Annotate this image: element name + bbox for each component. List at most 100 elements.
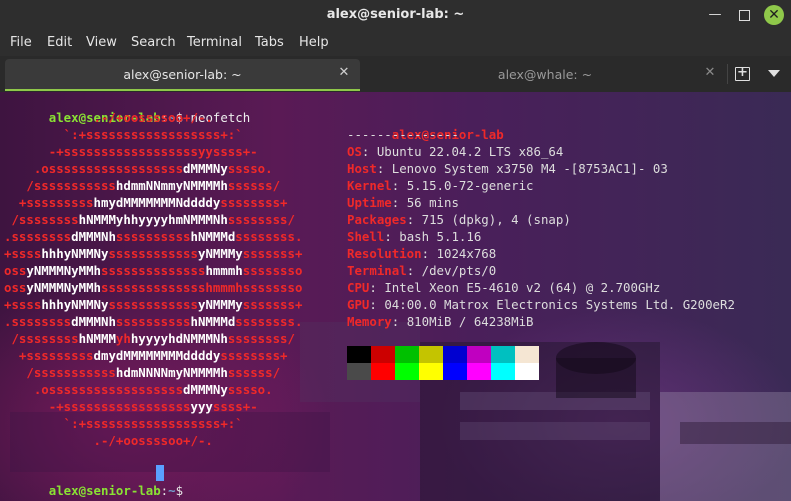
window-title: alex@senior-lab: ~ bbox=[326, 7, 465, 22]
color-swatch bbox=[491, 363, 515, 380]
info-label: Host bbox=[347, 161, 377, 176]
color-swatch bbox=[395, 346, 419, 363]
color-swatch bbox=[347, 363, 371, 380]
logo-line: .ssssssssdMMMNhsssssssssshNMMMdssssssss. bbox=[4, 229, 303, 244]
text-cursor bbox=[156, 465, 164, 481]
tab-close-icon[interactable]: ✕ bbox=[336, 65, 352, 81]
menu-search[interactable]: Search bbox=[131, 35, 176, 50]
logo-line: /ssssssssssshdmmNNmmyNMMMMhssssss/ bbox=[4, 178, 281, 193]
info-value: 04:00.0 Matrox Electronics Systems Ltd. … bbox=[384, 297, 735, 312]
info-value: 810MiB / 64238MiB bbox=[406, 314, 534, 329]
new-tab-button[interactable]: + bbox=[733, 64, 753, 84]
color-swatch bbox=[515, 346, 539, 363]
logo-line: +ssssssssshmydMMMMMMMNddddyssssssss+ bbox=[4, 195, 288, 210]
info-row: Memory: 810MiB / 64238MiB bbox=[347, 314, 534, 329]
info-row: Uptime: 56 mins bbox=[347, 195, 459, 210]
logo-line: +sssshhhyNMMNyssssssssssssyNMMMysssssss+ bbox=[4, 246, 303, 261]
info-row: Kernel: 5.15.0-72-generic bbox=[347, 178, 534, 193]
terminal-window: alex@senior-lab: ~ — ✕ File Edit View Se… bbox=[0, 0, 791, 501]
info-row: Host: Lenovo System x3750 M4 -[8753AC1]-… bbox=[347, 161, 668, 176]
color-swatch bbox=[515, 363, 539, 380]
logo-line: ossyNMMMNyMMhsssssssssssssshmmmhssssssso bbox=[4, 263, 303, 278]
color-swatch bbox=[467, 363, 491, 380]
tab-label: alex@senior-lab: ~ bbox=[123, 67, 242, 82]
menu-bar: File Edit View Search Terminal Tabs Help bbox=[0, 30, 791, 56]
logo-line: /sssssssshNMMMyhhyyyyhmNMMMNhssssssss/ bbox=[4, 212, 295, 227]
logo-line: .ssssssssdMMMNhsssssssssshNMMMdssssssss. bbox=[4, 314, 303, 329]
minimize-button[interactable]: — bbox=[706, 6, 724, 24]
logo-line: .ossssssssssssssssssdMMMNysssso. bbox=[4, 382, 273, 397]
tab-close-icon[interactable]: ✕ bbox=[702, 65, 718, 81]
prompt-user-host: alex@senior-lab bbox=[48, 483, 161, 498]
logo-line: .-/+oossssoo+/-. bbox=[4, 433, 213, 448]
color-swatch bbox=[443, 346, 467, 363]
info-separator: --------------- bbox=[347, 127, 459, 142]
info-label: GPU bbox=[347, 297, 370, 312]
logo-line: -+sssssssssssssssssyyyssss+- bbox=[4, 399, 258, 414]
maximize-icon bbox=[738, 10, 750, 21]
logo-line: /ssssssssssshdmNNNNmyNMMMMhssssss/ bbox=[4, 365, 281, 380]
tab-bar: alex@senior-lab: ~ ✕ alex@whale: ~ ✕ bbox=[0, 56, 791, 92]
menu-view[interactable]: View bbox=[86, 35, 117, 50]
color-swatch bbox=[491, 346, 515, 363]
tab-menu-button[interactable] bbox=[765, 66, 783, 82]
info-label: Resolution bbox=[347, 246, 422, 261]
color-swatch bbox=[347, 346, 371, 363]
menu-terminal[interactable]: Terminal bbox=[187, 35, 242, 50]
info-row: Shell: bash 5.1.16 bbox=[347, 229, 482, 244]
logo-line: +sssssssssdmydMMMMMMMMddddyssssssss+ bbox=[4, 348, 288, 363]
info-label: OS bbox=[347, 144, 362, 159]
logo-line: .ossssssssssssssssssdMMMNysssso. bbox=[4, 161, 273, 176]
tab-label: alex@whale: ~ bbox=[497, 67, 593, 82]
info-label: Uptime bbox=[347, 195, 392, 210]
info-header: alex@senior-lab bbox=[347, 109, 504, 142]
close-button[interactable]: ✕ bbox=[764, 5, 784, 25]
logo-line: /sssssssshNMMMyhhyyyyhdNMMMNhssssssss/ bbox=[4, 331, 295, 346]
logo-line: ossyNMMMNyMMhsssssssssssssshmmmhssssssso bbox=[4, 280, 303, 295]
info-row: OS: Ubuntu 22.04.2 LTS x86_64 bbox=[347, 144, 564, 159]
info-label: Packages bbox=[347, 212, 407, 227]
info-value: bash 5.1.16 bbox=[399, 229, 482, 244]
color-swatch bbox=[467, 346, 491, 363]
info-value: Ubuntu 22.04.2 LTS x86_64 bbox=[376, 144, 564, 159]
logo-line: `:+ssssssssssssssssss+:` bbox=[4, 127, 243, 142]
logo-line: -+ssssssssssssssssssyyssss+- bbox=[4, 144, 258, 159]
menu-edit[interactable]: Edit bbox=[47, 35, 72, 50]
tab-whale[interactable]: alex@whale: ~ ✕ bbox=[364, 59, 726, 89]
color-swatch bbox=[371, 363, 395, 380]
prompt-symbol: $ bbox=[175, 483, 184, 498]
info-label: CPU bbox=[347, 280, 370, 295]
info-value: Intel Xeon E5-4610 v2 (64) @ 2.700GHz bbox=[384, 280, 661, 295]
info-row: Resolution: 1024x768 bbox=[347, 246, 497, 261]
menu-file[interactable]: File bbox=[10, 35, 32, 50]
info-value: /dev/pts/0 bbox=[421, 263, 497, 278]
prompt-path: ~ bbox=[168, 483, 176, 498]
logo-line: .-/+oossssoo+/-. bbox=[4, 110, 213, 125]
info-row: Packages: 715 (dpkg), 4 (snap) bbox=[347, 212, 571, 227]
info-value: 5.15.0-72-generic bbox=[406, 178, 534, 193]
menu-help[interactable]: Help bbox=[299, 35, 329, 50]
logo-line: `:+ssssssssssssssssss+:` bbox=[4, 416, 243, 431]
info-label: Memory bbox=[347, 314, 392, 329]
maximize-button[interactable] bbox=[735, 6, 753, 24]
color-swatch bbox=[395, 363, 419, 380]
tab-divider bbox=[727, 64, 728, 84]
tab-senior-lab[interactable]: alex@senior-lab: ~ ✕ bbox=[5, 59, 360, 91]
chevron-down-icon bbox=[768, 70, 780, 77]
color-swatch bbox=[419, 346, 443, 363]
title-bar[interactable]: alex@senior-lab: ~ — ✕ bbox=[0, 0, 791, 30]
color-swatch bbox=[419, 363, 443, 380]
logo-line: +sssshhhyNMMNyssssssssssssyNMMMysssssss+ bbox=[4, 297, 303, 312]
info-label: Terminal bbox=[347, 263, 407, 278]
info-value: Lenovo System x3750 M4 -[8753AC1]- 03 bbox=[391, 161, 668, 176]
prompt-line: alex@senior-lab:~$ neofetch bbox=[48, 110, 251, 125]
info-value: 56 mins bbox=[406, 195, 459, 210]
menu-tabs[interactable]: Tabs bbox=[255, 35, 284, 50]
color-swatch bbox=[371, 346, 395, 363]
terminal-output[interactable]: alex@senior-lab:~$ neofetch .-/+oossssoo… bbox=[0, 92, 791, 501]
info-value: 715 (dpkg), 4 (snap) bbox=[421, 212, 571, 227]
info-row: CPU: Intel Xeon E5-4610 v2 (64) @ 2.700G… bbox=[347, 280, 661, 295]
info-label: Kernel bbox=[347, 178, 392, 193]
info-label: Shell bbox=[347, 229, 385, 244]
info-row: GPU: 04:00.0 Matrox Electronics Systems … bbox=[347, 297, 735, 312]
